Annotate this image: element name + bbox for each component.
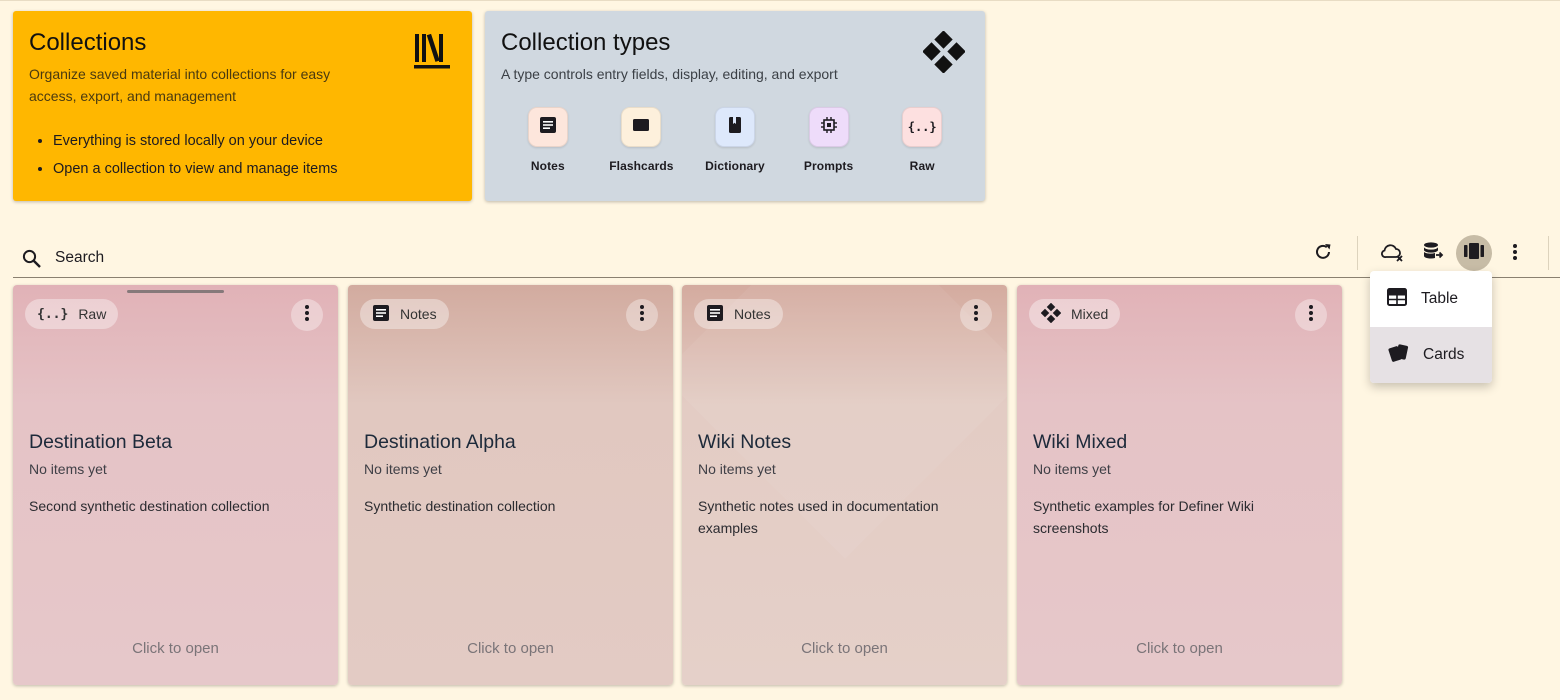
card-menu-button[interactable] — [1295, 299, 1327, 331]
card-open-hint: Click to open — [1136, 640, 1223, 657]
card-item-count: No items yet — [29, 461, 107, 477]
search-icon — [22, 249, 42, 274]
database-export-icon — [1422, 241, 1444, 268]
flashcards-icon — [632, 116, 650, 139]
notes-icon — [372, 304, 390, 325]
type-chip-label: Raw — [78, 306, 107, 322]
card-item-count: No items yet — [364, 461, 442, 477]
card-description: Synthetic destination collection — [364, 498, 556, 514]
dictionary-icon — [726, 116, 744, 139]
collection-types-description: A type controls entry fields, display, e… — [501, 66, 838, 82]
view-mode-button[interactable] — [1456, 235, 1492, 271]
notes-icon — [539, 116, 557, 139]
collections-bullets: Everything is stored locally on your dev… — [29, 127, 456, 183]
notes-icon — [706, 304, 724, 325]
collections-description: Organize saved material into collections… — [29, 66, 331, 104]
card-menu-button[interactable] — [291, 299, 323, 331]
top-divider — [0, 0, 1560, 1]
type-label: Prompts — [803, 159, 854, 173]
library-books-icon — [412, 31, 452, 76]
card-description: Synthetic notes used in documentation ex… — [698, 498, 939, 536]
type-chip-label: Notes — [734, 306, 771, 322]
prompts-chip-icon — [820, 116, 838, 139]
type-chip-label: Notes — [400, 306, 437, 322]
menu-item-table[interactable]: Table — [1370, 271, 1492, 327]
bullet-item: Everything is stored locally on your dev… — [53, 127, 456, 155]
collections-info-card: Collections Organize saved material into… — [13, 11, 472, 201]
cloud-off-button[interactable] — [1374, 236, 1410, 272]
drag-handle[interactable] — [127, 290, 224, 293]
type-tile — [621, 107, 662, 147]
type-tile — [527, 107, 568, 147]
card-menu-button[interactable] — [626, 299, 658, 331]
collection-card[interactable]: Mixed Wiki Mixed No items yet Synthetic … — [1017, 285, 1342, 685]
menu-item-label: Cards — [1423, 346, 1465, 363]
type-dictionary[interactable]: Dictionary — [688, 107, 782, 173]
view-mode-menu: Table Cards — [1370, 271, 1492, 383]
collection-types-list: Notes Flashcards Dictionary Prompts {..}… — [501, 107, 969, 173]
type-chip: Mixed — [1029, 299, 1121, 329]
card-description: Synthetic examples for Definer Wiki scre… — [1033, 498, 1254, 536]
type-chip: Notes — [694, 299, 783, 329]
card-background — [348, 285, 673, 685]
type-chip-label: Mixed — [1071, 306, 1109, 322]
card-open-hint: Click to open — [467, 640, 554, 657]
cloud-off-icon — [1380, 241, 1404, 268]
more-vertical-icon — [304, 304, 310, 327]
type-label: Flashcards — [609, 159, 674, 173]
toolbar-separator — [1548, 236, 1549, 270]
collections-title: Collections — [29, 29, 147, 56]
type-flashcards[interactable]: Flashcards — [595, 107, 689, 173]
card-title: Wiki Mixed — [1033, 431, 1128, 453]
type-tile — [714, 107, 755, 147]
more-vertical-icon — [1512, 243, 1518, 266]
type-label: Dictionary — [705, 159, 765, 173]
card-title: Destination Beta — [29, 431, 173, 453]
more-options-button[interactable] — [1497, 236, 1533, 272]
more-vertical-icon — [973, 304, 979, 327]
type-raw[interactable]: {..} Raw — [875, 107, 969, 173]
card-description: Second synthetic destination collection — [29, 498, 270, 514]
collection-types-title: Collection types — [501, 29, 671, 56]
raw-braces-icon: {..} — [37, 306, 69, 322]
mixed-diamond-icon — [922, 30, 966, 78]
bullet-item: Open a collection to view and manage ite… — [53, 155, 456, 183]
card-title: Destination Alpha — [364, 431, 516, 453]
card-open-hint: Click to open — [132, 640, 219, 657]
card-open-hint: Click to open — [801, 640, 888, 657]
toolbar-separator — [1357, 236, 1358, 270]
menu-item-label: Table — [1421, 290, 1459, 307]
raw-braces-icon: {..} — [907, 120, 937, 134]
cards-icon — [1387, 343, 1409, 368]
card-background — [1017, 285, 1342, 685]
collection-card[interactable]: Notes Destination Alpha No items yet Syn… — [348, 285, 673, 685]
view-carousel-icon — [1463, 242, 1485, 265]
search-input[interactable] — [55, 246, 555, 270]
card-background — [13, 285, 338, 685]
card-item-count: No items yet — [698, 461, 776, 477]
collection-card[interactable]: Notes Wiki Notes No items yet Synthetic … — [682, 285, 1007, 685]
type-notes[interactable]: Notes — [501, 107, 595, 173]
refresh-button[interactable] — [1305, 236, 1341, 272]
menu-item-cards[interactable]: Cards — [1370, 327, 1492, 383]
mixed-diamond-icon — [1040, 302, 1062, 326]
card-menu-button[interactable] — [960, 299, 992, 331]
collection-card[interactable]: {..} Raw Destination Beta No items yet S… — [13, 285, 338, 685]
type-label: Notes — [530, 159, 565, 173]
refresh-icon — [1313, 242, 1333, 267]
type-chip: {..} Raw — [25, 299, 119, 329]
card-title: Wiki Notes — [698, 431, 792, 453]
database-export-button[interactable] — [1415, 236, 1451, 272]
card-item-count: No items yet — [1033, 461, 1111, 477]
table-icon — [1387, 287, 1407, 311]
type-prompts[interactable]: Prompts — [782, 107, 876, 173]
more-vertical-icon — [1308, 304, 1314, 327]
type-label: Raw — [909, 159, 935, 173]
search-underline — [13, 277, 1560, 278]
type-tile: {..} — [902, 107, 943, 147]
type-tile — [808, 107, 849, 147]
collection-types-card: Collection types A type controls entry f… — [485, 11, 985, 201]
more-vertical-icon — [639, 304, 645, 327]
type-chip: Notes — [360, 299, 449, 329]
